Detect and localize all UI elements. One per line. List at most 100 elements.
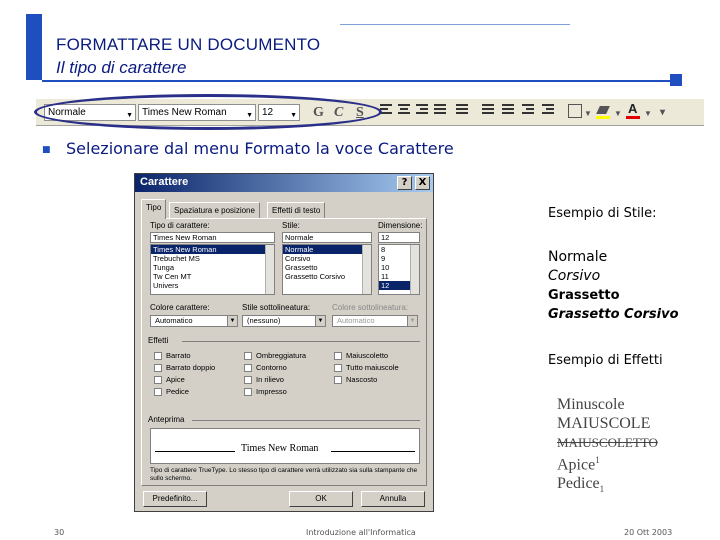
checkbox-maiuscoletto[interactable]: Maiuscoletto [334, 351, 388, 360]
font-family-label: Tipo di carattere: [150, 221, 210, 230]
preview-divider [192, 420, 420, 421]
preview-baseline-right [331, 451, 415, 452]
checkbox-ombreggiatura[interactable]: Ombreggiatura [244, 351, 306, 360]
list-item[interactable]: Grassetto [283, 263, 371, 272]
toolbar-options-icon[interactable]: ▾ [660, 107, 665, 118]
checkbox-contorno[interactable]: Contorno [244, 363, 287, 372]
underline-color-label: Colore sottolineatura: [332, 303, 409, 312]
example-normal: Normale [548, 249, 608, 265]
course-name: Introduzione all'Informatica [306, 528, 416, 537]
font-color-label: Colore carattere: [150, 303, 210, 312]
checkbox-tutto-maiuscole[interactable]: Tutto maiuscole [334, 363, 399, 372]
decorative-bar [26, 14, 42, 80]
checkbox-impresso[interactable]: Impresso [244, 387, 287, 396]
font-color-icon[interactable]: A [626, 101, 640, 119]
chevron-down-icon: ▼ [315, 316, 325, 326]
decorative-top-line [340, 24, 570, 25]
list-item[interactable]: Times New Roman [151, 245, 274, 254]
font-family-input[interactable]: Times New Roman [150, 232, 275, 243]
ok-button[interactable]: OK [289, 491, 353, 507]
numbered-list-icon[interactable] [482, 104, 496, 118]
preview-text: Times New Roman [241, 443, 319, 454]
bullet-text: Selezionare dal menu Formato la voce Car… [66, 139, 454, 158]
preview-note: Tipo di carattere TrueType. Lo stesso ti… [150, 467, 418, 482]
help-button[interactable]: ? [397, 176, 412, 190]
example-apice: Apice1 [557, 455, 600, 474]
example-lowercase: Minuscole [557, 396, 625, 413]
style-example-heading: Esempio di Stile: [548, 206, 657, 221]
font-style-list: Normale Corsivo Grassetto Grassetto Cors… [282, 244, 372, 295]
align-left-icon[interactable] [380, 104, 394, 118]
example-bold: Grassetto [548, 288, 620, 303]
borders-icon[interactable] [568, 104, 582, 118]
checkbox-barrato[interactable]: Barrato [154, 351, 191, 360]
font-dialog: Carattere ? X Tipo Spaziatura e posizion… [134, 173, 434, 512]
font-list-scrollbar[interactable] [265, 245, 274, 294]
align-center-icon[interactable] [398, 104, 412, 118]
tab-effetti-testo[interactable]: Effetti di testo [267, 202, 326, 218]
checkbox-apice[interactable]: Apice [154, 375, 185, 384]
tab-spaziatura[interactable]: Spaziatura e posizione [169, 202, 260, 218]
justify-icon[interactable] [434, 104, 448, 118]
example-smallcaps: MAIUSCOLETTO [557, 435, 658, 450]
underline-color-select[interactable]: Automatico ▼ [332, 315, 418, 327]
effects-divider [182, 341, 420, 342]
font-size-list: 8 9 10 11 12 [378, 244, 420, 295]
close-button[interactable]: X [415, 176, 430, 190]
example-pedice: Pedice1 [557, 475, 605, 495]
list-item[interactable]: Tw Cen MT [151, 272, 274, 281]
effects-example-heading: Esempio di Effetti [548, 353, 663, 368]
slide-subtitle: Il tipo di carattere [56, 58, 187, 77]
dialog-title: Carattere [140, 176, 189, 188]
highlight-ellipse [34, 94, 382, 130]
chevron-down-icon: ▼ [227, 316, 237, 326]
size-list-scrollbar[interactable] [410, 245, 419, 294]
preview-box: Times New Roman [150, 428, 420, 464]
increase-indent-icon[interactable] [542, 104, 556, 118]
list-item[interactable]: Univers [151, 281, 274, 290]
checkbox-pedice[interactable]: Pedice [154, 387, 189, 396]
example-uppercase: MAIUSCOLE [557, 415, 651, 432]
chevron-down-icon[interactable]: ▼ [614, 109, 622, 118]
font-size-input[interactable]: 12 [378, 232, 420, 243]
align-right-icon[interactable] [416, 104, 430, 118]
slide-title: FORMATTARE UN DOCUMENTO [56, 35, 321, 54]
bulleted-list-icon[interactable] [502, 104, 516, 118]
font-color-select[interactable]: Automatico ▼ [150, 315, 238, 327]
highlight-icon[interactable] [596, 104, 610, 119]
list-item[interactable]: Normale [283, 245, 371, 254]
list-item[interactable]: Trebuchet MS [151, 254, 274, 263]
list-item[interactable]: Tunga [151, 263, 274, 272]
checkbox-barrato-doppio[interactable]: Barrato doppio [154, 363, 215, 372]
font-style-input[interactable]: Normale [282, 232, 372, 243]
chevron-down-icon[interactable]: ▼ [584, 109, 592, 118]
effects-label: Effetti [148, 336, 169, 345]
font-family-list: Times New Roman Trebuchet MS Tunga Tw Ce… [150, 244, 275, 295]
line-spacing-icon[interactable] [456, 104, 470, 118]
title-underline [42, 80, 670, 82]
list-item[interactable]: Grassetto Corsivo [283, 272, 371, 281]
list-item[interactable]: Corsivo [283, 254, 371, 263]
example-bold-italic: Grassetto Corsivo [548, 307, 679, 322]
chevron-down-icon[interactable]: ▼ [644, 109, 652, 118]
cancel-button[interactable]: Annulla [361, 491, 425, 507]
default-button[interactable]: Predefinito... [143, 491, 207, 507]
dialog-titlebar: Carattere ? X [135, 174, 433, 192]
style-list-scrollbar[interactable] [362, 245, 371, 294]
underline-style-select[interactable]: (nessuno) ▼ [242, 315, 326, 327]
bullet-icon: ■ [42, 145, 51, 155]
example-italic: Corsivo [548, 268, 601, 284]
tab-tipo[interactable]: Tipo [141, 199, 167, 219]
font-size-label: Dimensione: [378, 221, 423, 230]
chevron-down-icon: ▼ [407, 316, 417, 326]
slide: FORMATTARE UN DOCUMENTO Il tipo di carat… [0, 0, 720, 540]
decorative-square [670, 74, 682, 86]
checkbox-nascosto[interactable]: Nascosto [334, 375, 377, 384]
dialog-panel: Tipo di carattere: Times New Roman Times… [141, 218, 427, 486]
decrease-indent-icon[interactable] [522, 104, 536, 118]
menu-name: Formato [244, 139, 311, 158]
preview-label: Anteprima [148, 415, 185, 424]
underline-style-label: Stile sottolineatura: [242, 303, 311, 312]
page-number: 30 [54, 528, 65, 537]
checkbox-in-rilievo[interactable]: In rilievo [244, 375, 284, 384]
